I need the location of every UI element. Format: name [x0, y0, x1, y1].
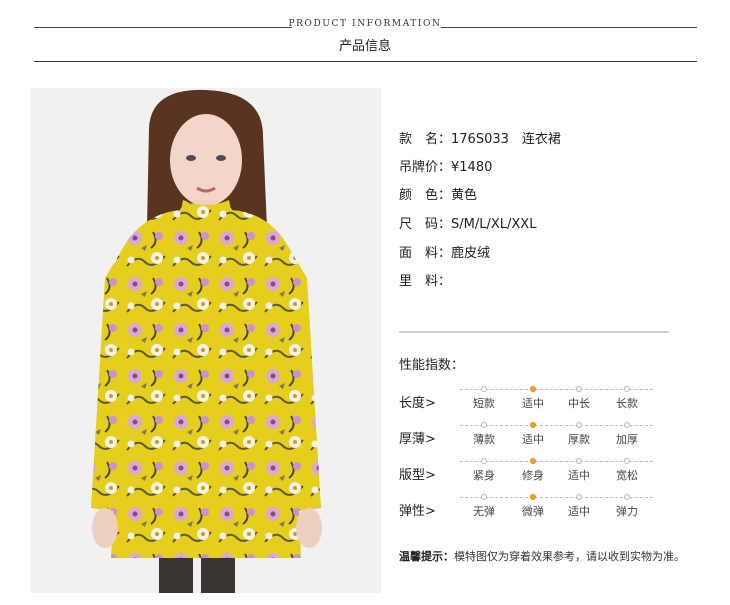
performance-option-label: 适中 [568, 505, 590, 518]
performance-dot [576, 422, 582, 428]
spec-color-key: 颜 色： [399, 188, 452, 203]
spec-size-key: 尺 码： [399, 217, 452, 232]
spec-lining-key: 里 料： [399, 274, 452, 289]
performance-dot [624, 458, 630, 464]
spec-style-name-value: 176S033 连衣裙 [451, 132, 561, 147]
performance-dot [481, 458, 487, 464]
header-title-cn: 产品信息 [338, 39, 391, 54]
performance-option-label: 加厚 [616, 433, 638, 446]
spec-fabric: 面 料：鹿皮绒 [399, 242, 490, 261]
performance-option-label: 紧身 [473, 469, 495, 482]
performance-option-label: 短款 [473, 397, 495, 410]
performance-option-label: 适中 [522, 433, 544, 446]
performance-dot [481, 386, 487, 392]
product-photo [31, 88, 381, 593]
spec-lining: 里 料： [399, 270, 451, 289]
spec-color: 颜 色：黄色 [399, 184, 477, 203]
performance-option-label: 长款 [616, 397, 638, 410]
performance-dot [624, 422, 630, 428]
performance-row-label: 长度> [399, 396, 436, 411]
spec-tag-price: 吊牌价：¥1480 [399, 156, 492, 175]
performance-option-label: 微弹 [522, 505, 544, 518]
performance-row-label: 厚薄> [399, 432, 436, 447]
performance-dot [624, 494, 630, 500]
performance-dot [481, 422, 487, 428]
performance-option-label: 适中 [568, 469, 590, 482]
performance-dot-selected [530, 386, 536, 392]
performance-option-label: 适中 [522, 397, 544, 410]
performance-dot-selected [530, 422, 536, 428]
spec-size: 尺 码：S/M/L/XL/XXL [399, 213, 536, 232]
performance-dot [576, 386, 582, 392]
performance-dot [481, 494, 487, 500]
spec-fabric-value: 鹿皮绒 [451, 246, 491, 261]
tip-body: 模特图仅为穿着效果参考，请以收到实物为准。 [454, 550, 685, 563]
performance-dot [576, 458, 582, 464]
spec-size-value: S/M/L/XL/XXL [451, 217, 537, 232]
spec-style-name: 款 名：176S033 连衣裙 [399, 128, 561, 147]
performance-dot [624, 386, 630, 392]
spec-fabric-key: 面 料： [399, 246, 452, 261]
performance-dot [576, 494, 582, 500]
performance-option-label: 中长 [568, 397, 590, 410]
performance-dot-selected [530, 494, 536, 500]
spec-tag-price-key: 吊牌价： [399, 160, 452, 175]
performance-option-label: 宽松 [616, 469, 638, 482]
performance-option-label: 弹力 [616, 505, 638, 518]
spec-color-value: 黄色 [451, 188, 478, 203]
header-title-en: PRODUCT INFORMATION [288, 19, 442, 29]
performance-option-label: 无弹 [473, 505, 495, 518]
performance-row-label: 弹性> [399, 504, 436, 519]
performance-option-label: 薄款 [473, 433, 495, 446]
tip-text: 温馨提示：模特图仅为穿着效果参考，请以收到实物为准。 [399, 548, 685, 564]
spec-style-name-key: 款 名： [399, 132, 452, 147]
header-underline [34, 61, 697, 62]
performance-row-label: 版型> [399, 468, 436, 483]
performance-option-label: 修身 [522, 469, 544, 482]
performance-title: 性能指数： [399, 358, 465, 373]
performance-dot-selected [530, 458, 536, 464]
section-divider [399, 331, 669, 333]
performance-option-label: 厚款 [568, 433, 590, 446]
tip-label: 温馨提示： [399, 550, 454, 563]
spec-tag-price-value: ¥1480 [451, 160, 493, 175]
